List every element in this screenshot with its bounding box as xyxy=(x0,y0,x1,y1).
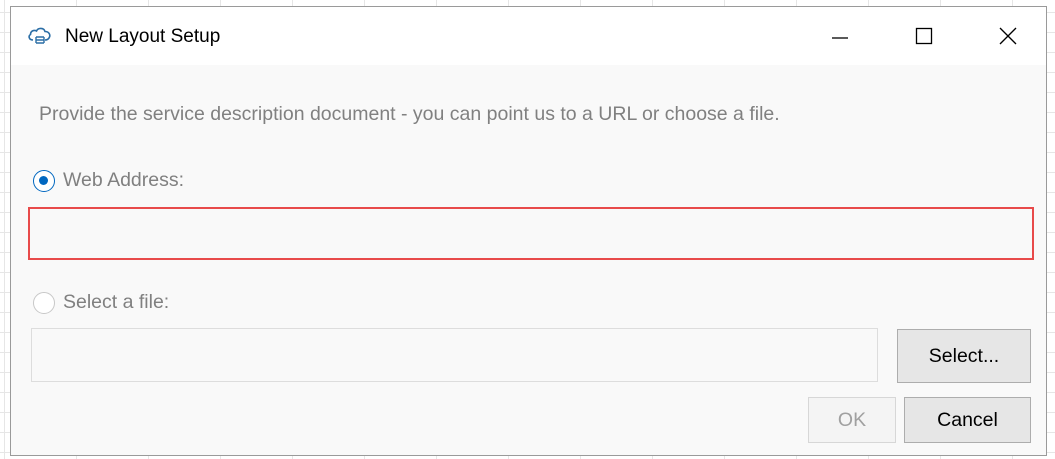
select-file-label: Select a file: xyxy=(63,291,170,313)
file-path-input[interactable] xyxy=(31,328,878,382)
ok-button[interactable]: OK xyxy=(808,397,896,443)
web-address-radio[interactable] xyxy=(33,169,55,192)
cloud-icon xyxy=(27,25,53,47)
maximize-button[interactable] xyxy=(888,7,960,65)
web-address-option[interactable]: Web Address: xyxy=(33,169,184,192)
instructions-text: Provide the service description document… xyxy=(39,103,780,125)
close-button[interactable] xyxy=(972,7,1044,65)
web-address-input[interactable] xyxy=(28,207,1034,260)
dialog-content: Provide the service description document… xyxy=(11,65,1046,457)
minimize-button[interactable] xyxy=(804,7,876,65)
window-title: New Layout Setup xyxy=(65,26,221,47)
select-file-radio[interactable] xyxy=(33,291,55,314)
close-icon xyxy=(999,27,1017,45)
new-layout-setup-dialog: New Layout Setup Provide the service des… xyxy=(10,6,1047,456)
title-bar[interactable]: New Layout Setup xyxy=(11,7,1046,65)
select-file-option[interactable]: Select a file: xyxy=(33,291,169,314)
cancel-button[interactable]: Cancel xyxy=(904,397,1031,443)
minimize-icon xyxy=(832,37,848,39)
web-address-label: Web Address: xyxy=(63,169,185,191)
select-file-button[interactable]: Select... xyxy=(897,329,1031,383)
maximize-icon xyxy=(915,27,933,45)
